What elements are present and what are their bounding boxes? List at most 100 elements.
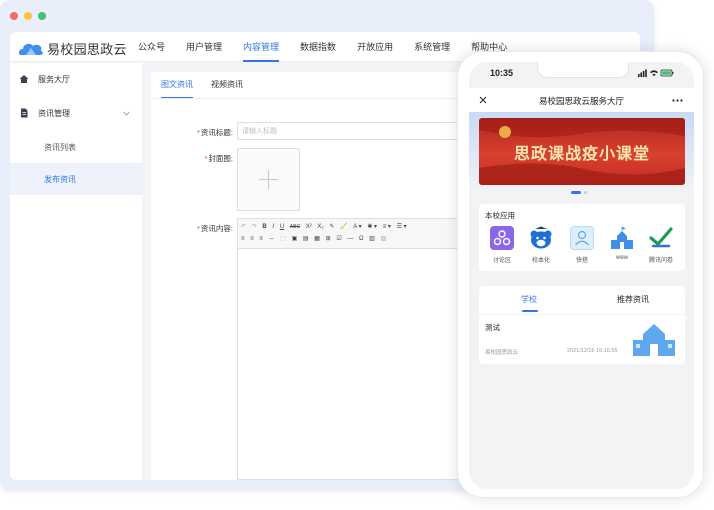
horizontal-rule-icon[interactable]: — [347, 233, 353, 245]
bold-icon[interactable]: B [262, 221, 266, 233]
chevron-down-icon[interactable] [123, 110, 130, 116]
ordered-list-icon[interactable]: ≡ ▾ [383, 221, 391, 233]
app-label: 腾讯问卷 [648, 258, 673, 264]
underline-icon[interactable]: U [280, 221, 284, 233]
strikethrough-icon[interactable]: ABC [290, 221, 300, 233]
home-icon [19, 75, 29, 83]
nav-item-official-account[interactable]: 公众号 [138, 32, 165, 62]
subscript-icon[interactable]: X₂ [317, 221, 323, 233]
carousel-dot[interactable] [584, 191, 587, 194]
phone-screen: 10:35 易校园思政云服务大厅 思政课战疫小课堂 本校应用 讨论区 校本化 快… [469, 62, 694, 489]
minimize-window-dot[interactable] [24, 12, 32, 20]
phone-mockup: 10:35 易校园思政云服务大厅 思政课战疫小课堂 本校应用 讨论区 校本化 快… [457, 51, 704, 498]
required-mark: * [196, 224, 200, 233]
title-input[interactable]: 请输入标题 [237, 122, 459, 140]
plus-icon [259, 170, 278, 189]
bear-icon[interactable] [529, 226, 553, 250]
status-icons [638, 69, 674, 77]
nav-item-open-apps[interactable]: 开放应用 [357, 32, 393, 62]
cover-upload[interactable] [237, 148, 300, 211]
sidebar-item-publish-news[interactable]: 发布资讯 [10, 163, 142, 195]
app-label: 快搭 [575, 258, 588, 264]
clear-format-icon[interactable]: 🧹 [340, 221, 347, 233]
tab-video-news[interactable]: 视频资讯 [211, 72, 243, 98]
redo-icon[interactable]: ↷ [252, 221, 257, 233]
sidebar-item-news-list[interactable]: 资讯列表 [10, 131, 142, 163]
superscript-icon[interactable]: X² [306, 221, 312, 233]
phone-header-title: 易校园思政云服务大厅 [538, 96, 624, 106]
multi-image-icon[interactable]: ▤ [303, 233, 309, 245]
required-mark: * [196, 128, 200, 137]
news-item-source: 易校园思政云 [485, 350, 519, 356]
apps-card-title: 本校应用 [485, 211, 515, 220]
carousel-dot-active[interactable] [571, 191, 581, 194]
news-tab-recommended[interactable]: 推荐资讯 [617, 294, 649, 305]
undo-icon[interactable]: ↶ [241, 221, 246, 233]
app-title: 易校园思政云 [47, 42, 127, 57]
news-item[interactable]: 测试 易校园思政云 2021/12/16 16:16:55 [479, 316, 685, 364]
title-field-label: *资讯标题: [196, 128, 233, 137]
carousel-dots [571, 191, 587, 194]
discussion-icon[interactable] [490, 226, 514, 250]
nav-item-user-management[interactable]: 用户管理 [186, 32, 222, 62]
highlight-icon[interactable]: ✱ ▾ [367, 221, 377, 233]
document-icon [21, 108, 28, 118]
attachment-icon[interactable]: ⊞ [326, 233, 331, 245]
news-item-title: 测试 [485, 323, 500, 332]
editor-toolbar: ↶ ↷ B I U ABC X² X₂ ✎ 🧹 A ▾ ✱ ▾ ≡ ▾ ☰ ▾ [238, 219, 476, 249]
status-time: 10:35 [490, 68, 514, 78]
template-icon[interactable]: ☑ [336, 233, 341, 245]
align-left-icon[interactable]: ≡ [241, 233, 245, 245]
special-char-icon[interactable]: Ω [359, 233, 364, 245]
sidebar-item-news-management[interactable]: 资讯管理 [10, 97, 142, 129]
school-icon[interactable] [610, 226, 634, 250]
sidebar-item-label: 资讯列表 [44, 142, 76, 152]
body-field-label: *资讯内容: [196, 224, 233, 233]
video-icon[interactable]: ▦ [314, 233, 320, 245]
italic-icon[interactable]: I [272, 221, 274, 233]
user-card-icon[interactable] [570, 226, 594, 250]
editor-toolbar-row-2: ≡ ≡ ≡ ⇔ ⬚ ▣ ▤ ▦ ⊞ ☑ — Ω ▥ ▧ [241, 233, 473, 245]
editor-toolbar-row-1: ↶ ↷ B I U ABC X² X₂ ✎ 🧹 A ▾ ✱ ▾ ≡ ▾ ☰ ▾ [241, 221, 473, 233]
school-apps-card: 本校应用 讨论区 校本化 快搭 wew 腾讯问卷 [479, 204, 685, 271]
editor-body[interactable] [238, 249, 476, 479]
required-mark: * [204, 154, 208, 163]
banner-title: 思政课战疫小课堂 [513, 144, 650, 163]
sidebar-item-label: 资讯管理 [38, 108, 70, 118]
maximize-window-dot[interactable] [38, 12, 46, 20]
sidebar-item-label: 服务大厅 [38, 74, 70, 84]
format-painter-icon[interactable]: ✎ [329, 221, 334, 233]
promo-banner[interactable]: 思政课战疫小课堂 [479, 118, 685, 185]
cover-field-label: *封面图: [204, 154, 233, 163]
sidebar: 服务大厅 资讯管理 资讯列表 发布资讯 [10, 63, 142, 480]
sidebar-item-label: 发布资讯 [44, 174, 76, 184]
news-item-date: 2021/12/16 16:16:55 [567, 348, 618, 354]
align-center-icon[interactable]: ≡ [250, 233, 254, 245]
align-right-icon[interactable]: ≡ [259, 233, 263, 245]
nav-item-data-index[interactable]: 数据指数 [300, 32, 336, 62]
phone-header: 易校园思政云服务大厅 [469, 88, 694, 112]
check-icon[interactable] [649, 226, 673, 250]
unordered-list-icon[interactable]: ☰ ▾ [397, 221, 407, 233]
link-icon[interactable]: ⇔ [269, 233, 275, 245]
news-tab-indicator [522, 310, 538, 312]
tab-image-text-news[interactable]: 图文资讯 [161, 72, 193, 98]
table-edit-icon[interactable]: ▧ [381, 233, 387, 245]
news-divider [479, 314, 685, 315]
app-label: wew [615, 255, 628, 261]
rich-text-editor[interactable]: ↶ ↷ B I U ABC X² X₂ ✎ 🧹 A ▾ ✱ ▾ ≡ ▾ ☰ ▾ [237, 218, 477, 480]
unlink-icon[interactable]: ⬚ [280, 233, 286, 245]
font-color-icon[interactable]: A ▾ [353, 221, 361, 233]
table-icon[interactable]: ▥ [369, 233, 375, 245]
more-icon[interactable] [672, 99, 683, 102]
cloud-logo-icon [18, 43, 43, 55]
nav-item-system-management[interactable]: 系统管理 [414, 32, 450, 62]
content-tabs: 图文资讯 视频资讯 [161, 72, 261, 98]
nav-item-content-management[interactable]: 内容管理 [243, 32, 280, 62]
image-icon[interactable]: ▣ [292, 233, 298, 245]
app-label: 讨论区 [492, 258, 511, 264]
news-tab-school[interactable]: 学校 [521, 294, 537, 305]
sidebar-item-service-hall[interactable]: 服务大厅 [10, 63, 142, 95]
close-window-dot[interactable] [10, 12, 18, 20]
brand-logo[interactable]: 易校园思政云 [18, 39, 127, 58]
